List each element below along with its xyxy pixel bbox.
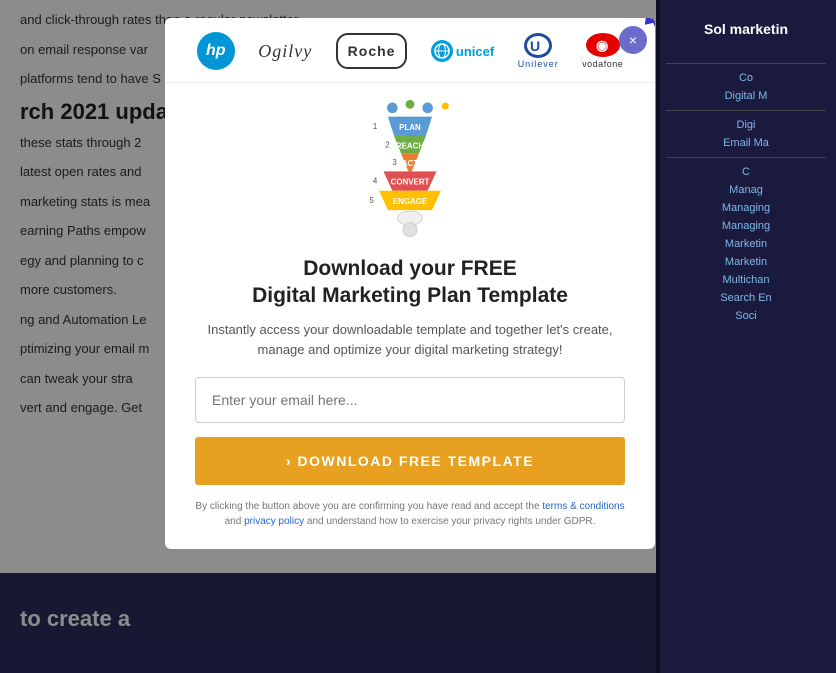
email-input-wrap: [195, 377, 625, 423]
svg-text:ENGAGE: ENGAGE: [393, 197, 427, 206]
svg-text:4: 4: [373, 177, 378, 186]
sidebar-link-7[interactable]: Managing: [666, 220, 826, 232]
close-button[interactable]: ×: [619, 26, 647, 54]
sidebar-divider-3: [666, 157, 826, 158]
svg-text:PLAN: PLAN: [399, 123, 421, 132]
sidebar-title: Sol marketin: [666, 10, 826, 55]
email-input[interactable]: [195, 377, 625, 423]
ogilvy-logo: Ogilvy: [258, 33, 312, 69]
sidebar-link-9[interactable]: Marketin: [666, 256, 826, 268]
modal-title: Download your FREE Digital Marketing Pla…: [165, 255, 655, 310]
svg-text:CONVERT: CONVERT: [391, 178, 430, 187]
modal-dialog: hp Ogilvy Roche unicef U Unil: [165, 18, 655, 549]
svg-text:REACH: REACH: [396, 141, 424, 150]
svg-text:◉: ◉: [596, 37, 608, 53]
roche-logo: Roche: [336, 33, 408, 69]
privacy-link[interactable]: privacy policy: [244, 516, 304, 527]
unilever-logo: U Unilever: [518, 33, 559, 69]
sidebar-link-0[interactable]: Co: [666, 72, 826, 84]
unicef-logo: unicef: [431, 33, 494, 69]
svg-text:3: 3: [392, 158, 397, 167]
sidebar-link-2[interactable]: Digi: [666, 119, 826, 131]
sidebar-divider-2: [666, 110, 826, 111]
terms-link[interactable]: terms & conditions: [542, 501, 624, 512]
unilever-u-icon: U: [524, 33, 552, 58]
vodafone-logo: ◉ vodafone: [582, 33, 623, 69]
logo-bar: hp Ogilvy Roche unicef U Unil: [165, 18, 655, 83]
unicef-globe-icon: [431, 40, 453, 62]
svg-text:ACT: ACT: [402, 159, 418, 168]
svg-text:5: 5: [369, 196, 374, 205]
funnel-illustration: PLAN REACH ACT CONVERT ENGAGE 1 2 3 4 5: [165, 83, 655, 255]
sidebar-link-4[interactable]: C: [666, 166, 826, 178]
hp-logo: hp: [197, 32, 235, 70]
svg-text:1: 1: [373, 122, 378, 131]
legal-text: By clicking the button above you are con…: [165, 499, 655, 529]
sidebar-link-10[interactable]: Multichan: [666, 274, 826, 286]
sidebar-link-12[interactable]: Soci: [666, 310, 826, 322]
download-button[interactable]: › DOWNLOAD FREE TEMPLATE: [195, 437, 625, 485]
sidebar-link-8[interactable]: Marketin: [666, 238, 826, 250]
svg-text:2: 2: [385, 141, 390, 150]
svg-text:U: U: [530, 38, 540, 54]
sidebar-link-11[interactable]: Search En: [666, 292, 826, 304]
funnel-svg: PLAN REACH ACT CONVERT ENGAGE 1 2 3 4 5: [320, 99, 500, 249]
sidebar-link-1[interactable]: Digital M: [666, 90, 826, 102]
vodafone-circle-icon: ◉: [586, 33, 620, 57]
sidebar-divider-1: [666, 63, 826, 64]
sidebar-link-5[interactable]: Manag: [666, 184, 826, 196]
right-sidebar: Sol marketin Co Digital M Digi Email Ma …: [656, 0, 836, 673]
sidebar-link-3[interactable]: Email Ma: [666, 137, 826, 149]
modal-subtitle: Instantly access your downloadable templ…: [165, 320, 655, 362]
sidebar-link-6[interactable]: Managing: [666, 202, 826, 214]
